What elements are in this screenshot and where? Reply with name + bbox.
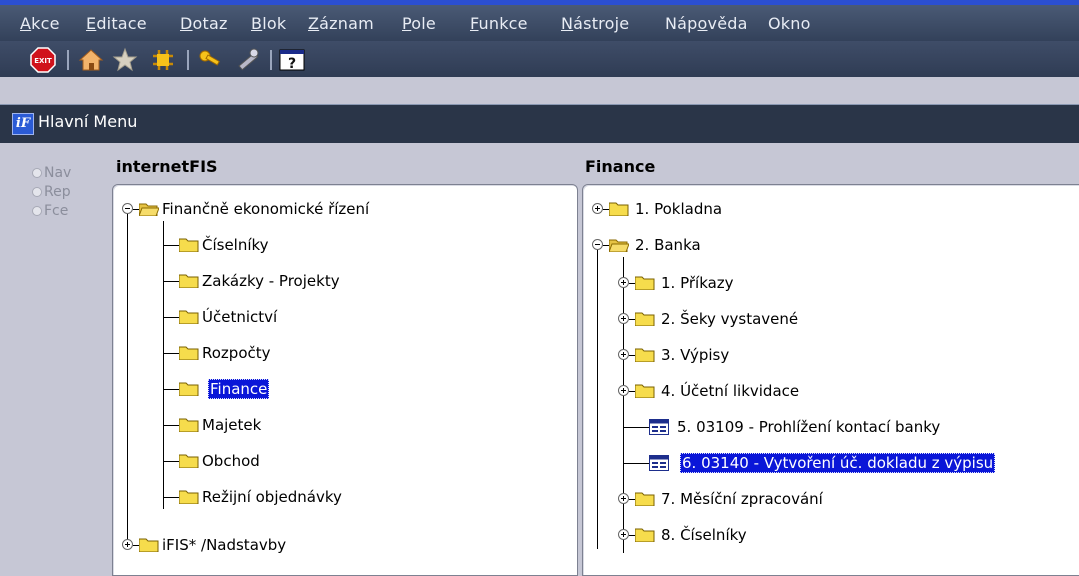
toolbar-separator [187,50,189,70]
network-icon [153,50,173,70]
folder-icon [635,312,655,326]
selected-node-label: Finance [208,379,270,399]
tools-button[interactable] [234,47,260,73]
menu-dotaz[interactable]: Dotaz [180,14,228,33]
tree-node-rozpocty[interactable]: Rozpočty [113,341,573,365]
tree-node-likvidace[interactable]: 4. Účetní likvidace [583,379,1079,403]
radio-circle-icon [32,187,42,197]
folder-icon [179,454,199,468]
menu-blok[interactable]: Blok [251,14,286,33]
menu-pole[interactable]: Pole [402,14,436,33]
folder-icon [179,238,199,252]
tree-node-prikazy[interactable]: 1. Příkazy [583,271,1079,295]
wrench-icon [238,48,259,71]
tree-node-nadstavby[interactable]: iFIS* /Nadstavby [113,533,573,557]
exit-icon: EXIT [30,47,56,73]
folder-icon [179,274,199,288]
menu-zaznam[interactable]: Záznam [308,14,374,33]
svg-text:?: ? [288,56,296,72]
tree-node-mesicni[interactable]: 7. Měsíční zpracování [583,487,1079,511]
workspace-strip [0,77,1079,104]
folder-icon [179,418,199,432]
star-icon [112,47,138,72]
tree-node-finance[interactable]: Finance [113,377,573,401]
tree-node-obchod[interactable]: Obchod [113,449,573,473]
tree-node-form-03140[interactable]: 6. 03140 - Vytvoření úč. dokladu z výpis… [583,451,1079,475]
selected-node-label: 6. 03140 - Vytvoření úč. dokladu z výpis… [680,453,996,473]
tree-node-vypisy[interactable]: 3. Výpisy [583,343,1079,367]
folder-icon [635,276,655,290]
folder-icon [635,528,655,542]
window-title: Hlavní Menu [38,112,138,131]
left-tree-panel: Finančně ekonomické řízení Číselníky Zak… [112,184,578,576]
folder-open-icon [609,239,629,252]
tree-node-pokladna[interactable]: 1. Pokladna [583,197,1079,221]
tree-node-root[interactable]: Finančně ekonomické řízení [113,197,573,221]
help-button[interactable]: ? [279,47,305,73]
tree-node-banka[interactable]: 2. Banka [583,233,1079,257]
tree-node-zakazky[interactable]: Zakázky - Projekty [113,269,573,293]
radio-circle-icon [32,168,42,178]
radio-circle-icon [32,206,42,216]
key-icon [199,50,220,66]
folder-icon [635,384,655,398]
folder-icon [179,490,199,504]
folder-icon [635,492,655,506]
expand-icon[interactable] [122,539,133,550]
home-button[interactable] [78,47,104,73]
right-panel-heading: Finance [585,157,656,176]
folder-open-icon [139,203,159,216]
folder-icon [179,310,199,324]
form-icon [649,419,669,435]
expand-icon[interactable] [618,313,629,324]
folder-icon [179,382,199,396]
radio-nav[interactable]: Nav [32,165,71,181]
menu-napoveda[interactable]: Nápověda [665,14,748,33]
navigator-button[interactable] [150,47,176,73]
tree-node-majetek[interactable]: Majetek [113,413,573,437]
right-tree-panel: 1. Pokladna 2. Banka 1. Příkazy 2. Šeky … [582,184,1079,576]
exit-button[interactable]: EXIT [30,47,56,73]
expand-icon[interactable] [618,349,629,360]
tree-node-ciselniky-fin[interactable]: 8. Číselníky [583,523,1079,547]
form-icon [649,455,669,471]
tree-node-seky[interactable]: 2. Šeky vystavené [583,307,1079,331]
help-icon: ? [279,49,305,72]
collapse-icon[interactable] [592,239,603,250]
folder-icon [179,346,199,360]
expand-icon[interactable] [618,529,629,540]
radio-rep[interactable]: Rep [32,184,71,200]
toolbar: EXIT ? [0,41,1079,77]
home-icon [78,49,104,71]
tree-node-ciselniky[interactable]: Číselníky [113,233,573,257]
radio-fce[interactable]: Fce [32,203,68,219]
toolbar-separator [270,50,272,70]
toolbar-separator [67,50,69,70]
menu-okno[interactable]: Okno [768,14,811,33]
app-logo-icon: iF [12,113,34,135]
tree-node-form-03109[interactable]: 5. 03109 - Prohlížení kontací banky [583,415,1079,439]
window-titlebar: iF Hlavní Menu [0,104,1079,143]
collapse-icon[interactable] [122,203,133,214]
folder-icon [635,348,655,362]
key-button[interactable] [198,47,224,73]
tree-node-rezijni[interactable]: Režijní objednávky [113,485,573,509]
left-panel-heading: internetFIS [116,157,218,176]
expand-icon[interactable] [618,385,629,396]
folder-icon [139,538,159,552]
expand-icon[interactable] [618,277,629,288]
menu-akce[interactable]: Akce [20,14,60,33]
folder-icon [609,202,629,216]
menu-nastroje[interactable]: Nástroje [561,14,629,33]
expand-icon[interactable] [592,203,603,214]
menu-editace[interactable]: Editace [86,14,147,33]
menu-bar: Akce Editace Dotaz Blok Záznam Pole Funk… [0,0,1079,41]
menu-funkce[interactable]: Funkce [470,14,528,33]
favorites-button[interactable] [112,47,138,73]
expand-icon[interactable] [618,493,629,504]
tree-node-ucetnictvi[interactable]: Účetnictví [113,305,573,329]
svg-text:EXIT: EXIT [34,57,52,65]
